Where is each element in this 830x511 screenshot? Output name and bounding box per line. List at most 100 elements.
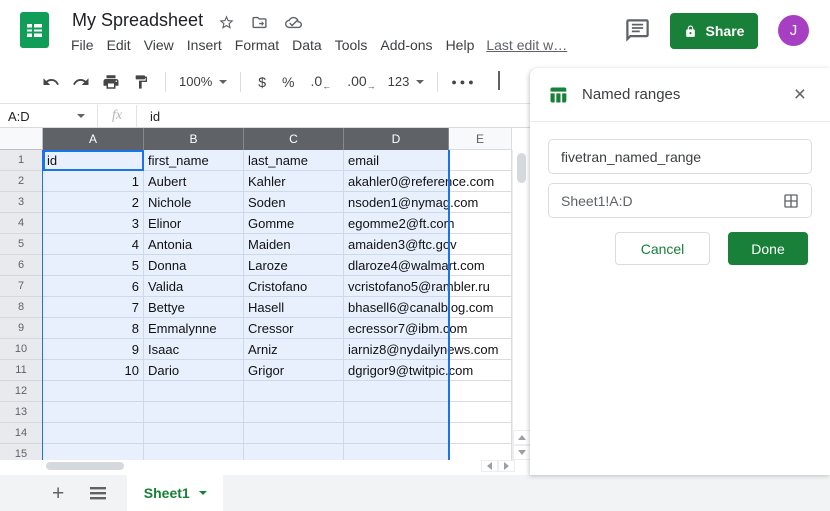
row-header-14[interactable]: 14 [0,423,43,444]
cell-C13[interactable] [244,402,344,423]
cell-B8[interactable]: Bettye [144,297,244,318]
cell-B4[interactable]: Elinor [144,213,244,234]
cell-A8[interactable]: 7 [43,297,144,318]
row-header-4[interactable]: 4 [0,213,43,234]
cell-D9[interactable]: ecressor7@ibm.com [344,318,449,339]
star-icon[interactable] [218,14,235,31]
row-header-7[interactable]: 7 [0,276,43,297]
cell-D2[interactable]: akahler0@reference.com [344,171,449,192]
menu-help[interactable]: Help [446,37,475,53]
zoom-control[interactable]: 100% [179,74,227,89]
cell-C1[interactable]: last_name [244,150,344,171]
more-toolbar-icon[interactable]: ●●● [451,77,476,87]
format-percent-button[interactable]: % [282,74,294,90]
comment-icon[interactable] [624,17,651,44]
cell-A7[interactable]: 6 [43,276,144,297]
row-header-2[interactable]: 2 [0,171,43,192]
vertical-scrollbar[interactable] [512,150,530,460]
cell-B12[interactable] [144,381,244,402]
cell-D5[interactable]: amaiden3@ftc.gov [344,234,449,255]
cell-D13[interactable] [344,402,449,423]
close-icon[interactable]: × [788,83,812,106]
format-currency-button[interactable]: $ [258,74,266,90]
menu-edit[interactable]: Edit [107,37,131,53]
cell-B13[interactable] [144,402,244,423]
cloud-saved-icon[interactable] [284,14,303,31]
cell-C2[interactable]: Kahler [244,171,344,192]
menu-view[interactable]: View [144,37,174,53]
row-header-13[interactable]: 13 [0,402,43,423]
increase-decimal-button[interactable]: .00→ [347,73,375,91]
scroll-up-icon[interactable] [513,430,530,445]
cell-D11[interactable]: dgrigor9@twitpic.com [344,360,449,381]
menu-tools[interactable]: Tools [335,37,368,53]
cell-B9[interactable]: Emmalynne [144,318,244,339]
cell-D14[interactable] [344,423,449,444]
formula-input[interactable]: id [137,109,530,124]
row-header-10[interactable]: 10 [0,339,43,360]
cell-C11[interactable]: Grigor [244,360,344,381]
cell-C7[interactable]: Cristofano [244,276,344,297]
move-folder-icon[interactable] [251,14,268,31]
cell-C8[interactable]: Hasell [244,297,344,318]
cell-A10[interactable]: 9 [43,339,144,360]
cell-B14[interactable] [144,423,244,444]
cell-B2[interactable]: Aubert [144,171,244,192]
add-sheet-icon[interactable]: + [46,482,70,505]
cell-D4[interactable]: egomme2@ft.com [344,213,449,234]
cell-B11[interactable]: Dario [144,360,244,381]
column-header-B[interactable]: B [144,128,244,150]
column-header-C[interactable]: C [244,128,344,150]
cell-E1[interactable] [449,150,512,171]
cancel-button[interactable]: Cancel [615,232,710,265]
cell-D7[interactable]: vcristofano5@rambler.ru [344,276,449,297]
menu-file[interactable]: File [71,37,94,53]
avatar[interactable]: J [778,15,809,46]
share-button[interactable]: Share [670,13,758,49]
cell-D8[interactable]: bhasell6@canalblog.com [344,297,449,318]
cell-D3[interactable]: nsoden1@nymag.com [344,192,449,213]
cell-E4[interactable] [449,213,512,234]
cell-B5[interactable]: Antonia [144,234,244,255]
cell-C9[interactable]: Cressor [244,318,344,339]
cell-A14[interactable] [43,423,144,444]
cell-A6[interactable]: 5 [43,255,144,276]
print-icon[interactable] [99,69,123,95]
doc-title[interactable]: My Spreadsheet [72,10,203,31]
cell-A3[interactable]: 2 [43,192,144,213]
menu-addons[interactable]: Add-ons [380,37,432,53]
undo-icon[interactable] [39,69,63,95]
sheets-logo-icon[interactable] [19,11,50,49]
redo-icon[interactable] [69,69,93,95]
row-header-1[interactable]: 1 [0,150,43,171]
last-edit-link[interactable]: Last edit w… [486,37,567,53]
select-all-corner[interactable] [0,128,43,150]
row-header-12[interactable]: 12 [0,381,43,402]
sheet-tab-sheet1[interactable]: Sheet1 [127,475,223,511]
menu-data[interactable]: Data [292,37,322,53]
cell-B6[interactable]: Donna [144,255,244,276]
row-header-3[interactable]: 3 [0,192,43,213]
cell-A9[interactable]: 8 [43,318,144,339]
scroll-down-icon[interactable] [513,445,530,460]
row-header-8[interactable]: 8 [0,297,43,318]
cell-C10[interactable]: Arniz [244,339,344,360]
horizontal-scrollbar[interactable] [0,460,530,472]
vertical-scrollbar-thumb[interactable] [517,153,526,183]
cell-B7[interactable]: Valida [144,276,244,297]
scroll-right-icon[interactable] [498,460,515,472]
cell-E13[interactable] [449,402,512,423]
cell-B3[interactable]: Nichole [144,192,244,213]
cell-C14[interactable] [244,423,344,444]
all-sheets-icon[interactable] [90,487,106,500]
column-header-A[interactable]: A [43,128,144,150]
cell-A13[interactable] [43,402,144,423]
row-header-9[interactable]: 9 [0,318,43,339]
column-header-E[interactable]: E [449,128,512,150]
cell-A12[interactable] [43,381,144,402]
cell-E14[interactable] [449,423,512,444]
decrease-decimal-button[interactable]: .0← [311,73,332,91]
select-range-icon[interactable] [783,193,799,209]
cell-C4[interactable]: Gomme [244,213,344,234]
cell-A5[interactable]: 4 [43,234,144,255]
